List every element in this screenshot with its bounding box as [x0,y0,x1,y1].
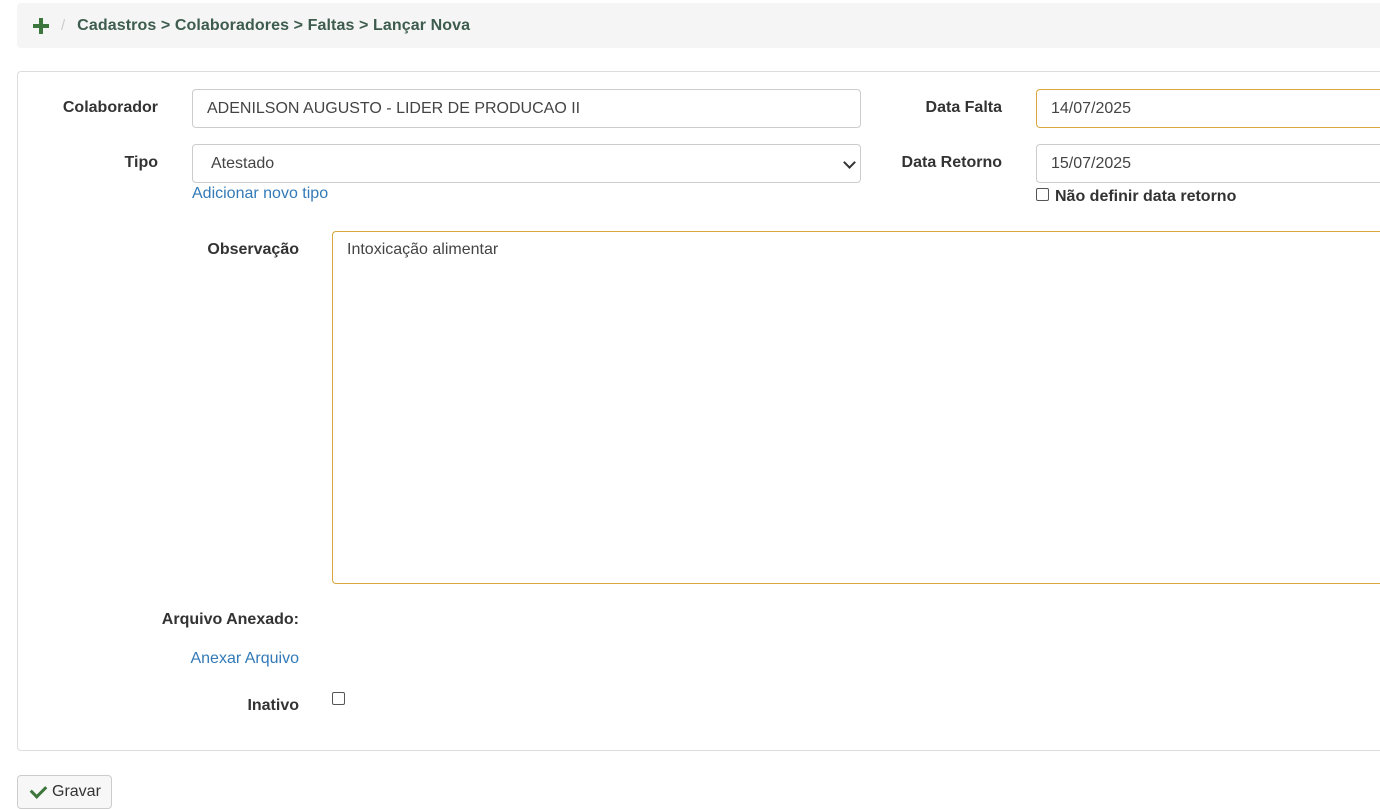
data-falta-label: Data Falta [925,99,1002,116]
breadcrumb-path: Cadastros > Colaboradores > Faltas > Lan… [77,16,471,34]
plus-icon[interactable] [33,17,49,34]
chevron-down-icon [843,156,856,169]
observacao-value: Intoxicação alimentar [347,241,499,258]
check-icon [29,780,48,799]
add-new-type-link[interactable]: Adicionar novo tipo [192,185,328,203]
data-falta-value: 14/07/2025 [1051,99,1132,117]
observacao-textarea[interactable]: Intoxicação alimentar [332,231,1380,584]
save-button-label: Gravar [52,783,101,800]
inativo-checkbox[interactable] [332,692,345,705]
data-retorno-input[interactable]: 15/07/2025 [1036,144,1380,183]
data-falta-input[interactable]: 14/07/2025 [1036,89,1380,128]
no-return-date-label: Não definir data retorno [1055,188,1237,205]
no-return-date-checkbox[interactable] [1036,188,1049,201]
inativo-label: Inativo [247,697,299,714]
breadcrumb: / Cadastros > Colaboradores > Faltas > L… [17,3,1380,48]
data-retorno-label: Data Retorno [901,154,1002,171]
tipo-label: Tipo [124,154,158,171]
arquivo-anexado-label: Arquivo Anexado: [161,611,299,628]
colaborador-input[interactable]: ADENILSON AUGUSTO - LIDER DE PRODUCAO II [192,89,861,128]
attach-file-link[interactable]: Anexar Arquivo [120,650,299,668]
tipo-value: Atestado [211,154,275,172]
tipo-select[interactable]: Atestado [192,144,861,183]
observacao-label: Observação [207,241,299,258]
breadcrumb-separator: / [61,17,66,34]
data-retorno-value: 15/07/2025 [1051,154,1132,172]
save-button[interactable]: Gravar [17,775,112,809]
colaborador-label: Colaborador [62,99,158,116]
colaborador-value: ADENILSON AUGUSTO - LIDER DE PRODUCAO II [207,99,581,117]
